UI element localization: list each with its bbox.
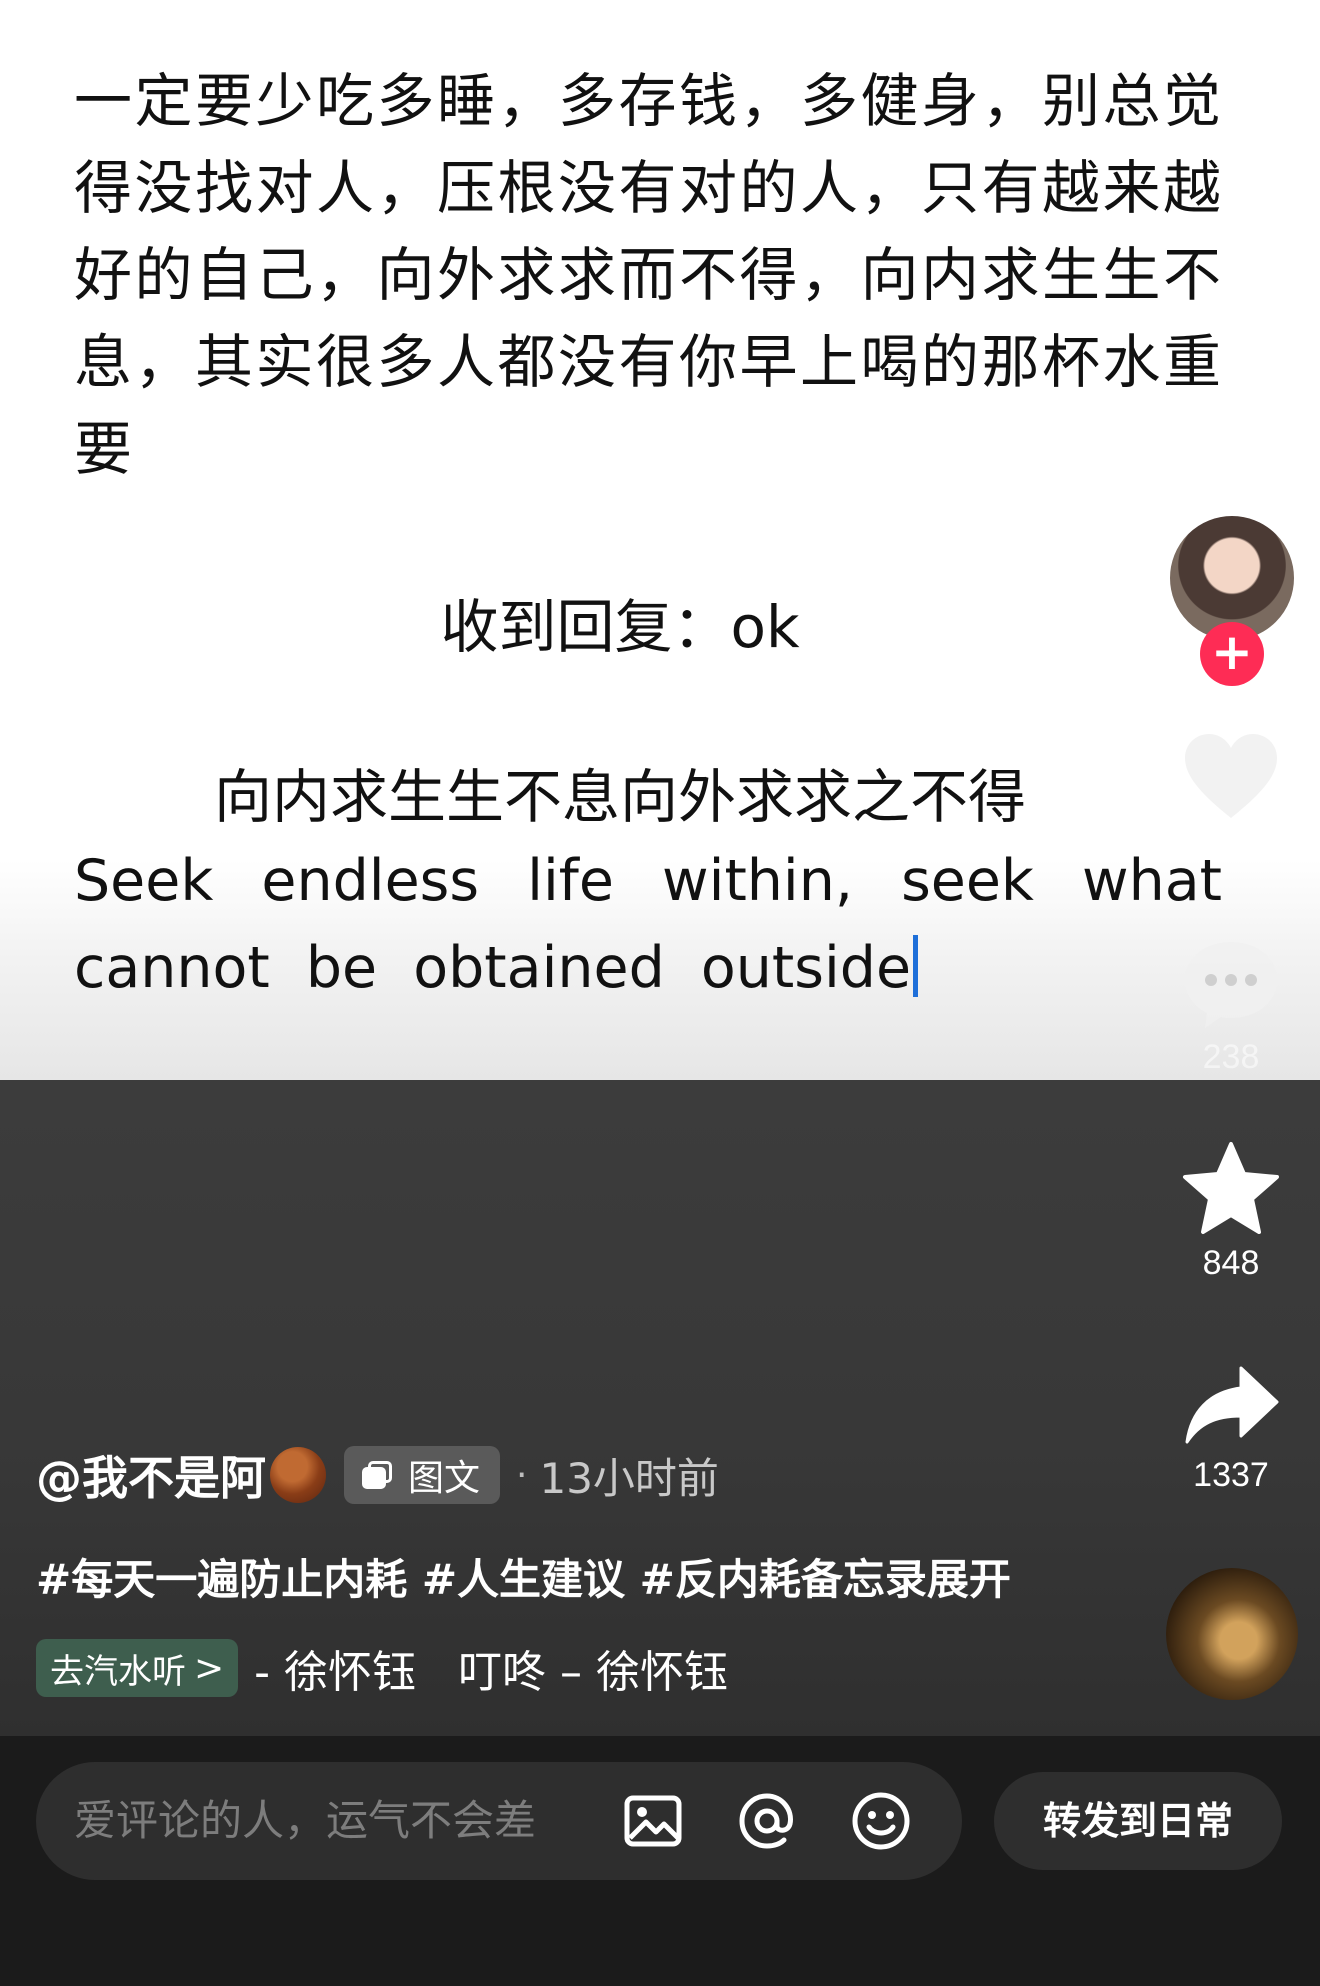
quote-chinese: 向内求生生不息向外求求之不得 [213,763,1026,831]
heart-icon [1160,730,1302,822]
music-title[interactable]: - 徐怀钰 叮咚 – 徐怀钰 [254,1636,728,1700]
post-type-badge: 图文 [344,1446,501,1504]
post-body-text: 一定要少吃多睡，多存钱，多健身，别总觉得没找对人，压根没有对的人，只有越来越好的… [74,67,1222,483]
at-mention-icon[interactable] [736,1790,798,1852]
share-arrow-icon [1160,1362,1302,1448]
forward-to-daily-button[interactable]: 转发到日常 [994,1772,1282,1870]
hashtags[interactable]: #每天一遍防止内耗 #人生建议 #反内耗备忘录展开 [36,1546,1011,1607]
comment-placeholder: 爱评论的人，运气不会差 [74,1796,537,1845]
post-type-label: 图文 [408,1458,481,1499]
comment-bubble-icon [1160,936,1302,1030]
comment-count: 238 [1202,1038,1260,1076]
comment-action[interactable]: 238 [1160,936,1302,1077]
image-icon[interactable] [622,1790,684,1852]
star-icon [1160,1140,1302,1236]
app-screen: 一定要少吃多睡，多存钱，多健身，别总觉得没找对人，压根没有对的人，只有越来越好的… [0,0,1320,1986]
comment-input[interactable]: 爱评论的人，运气不会差 [36,1762,962,1880]
share-action[interactable]: 1337 [1160,1362,1302,1495]
separator-dot: · [516,1454,528,1496]
post-image[interactable]: 一定要少吃多睡，多存钱，多健身，别总觉得没找对人，压根没有对的人，只有越来越好的… [0,0,1320,1080]
listen-music-button[interactable]: 去汽水听 > [36,1639,239,1697]
share-count: 1337 [1193,1456,1269,1494]
music-row: 去汽水听 > - 徐怀钰 叮咚 – 徐怀钰 [36,1638,728,1698]
favorite-count: 848 [1202,1244,1260,1282]
post-time: 13小时前 [539,1453,719,1503]
quote-english-text: Seek endless life within, seek what cann… [74,848,1222,1001]
listen-music-label: 去汽水听 [50,1651,186,1692]
reply-text: 收到回复：ok [440,593,800,661]
like-count: 2498 [1193,830,1269,868]
favorite-action[interactable]: 848 [1160,1140,1302,1283]
follow-button[interactable]: + [1200,622,1264,686]
quote-english: Seek endless life within, seek what cann… [74,838,1222,1012]
chevron-right-icon: > [194,1647,225,1689]
author-name[interactable]: @我不是阿 [36,1442,266,1508]
chestnut-emoji-icon [270,1447,326,1503]
gallery-icon [362,1461,392,1489]
text-caret [913,935,919,997]
music-disc[interactable] [1166,1568,1298,1700]
emoji-icon[interactable] [850,1790,912,1852]
author-row: @我不是阿 图文 · 13小时前 [36,1440,719,1510]
like-action[interactable]: 2498 [1160,730,1302,869]
